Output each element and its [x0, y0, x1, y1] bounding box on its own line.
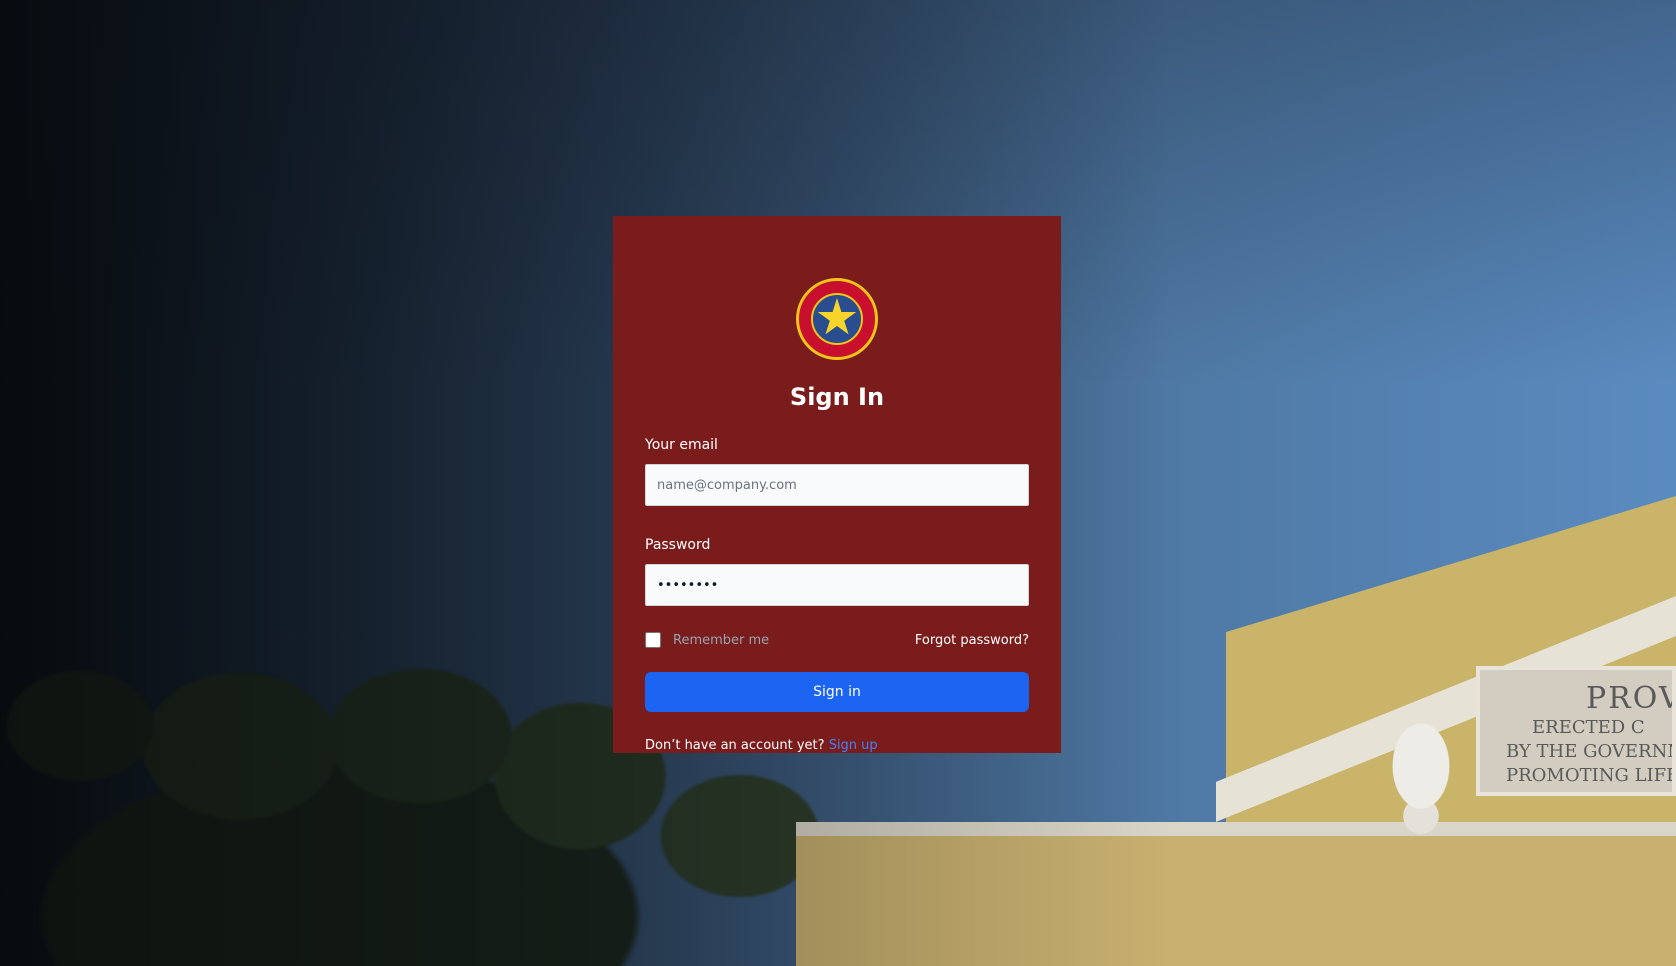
sign-up-link[interactable]: Sign up	[829, 738, 878, 753]
options-row: Remember me Forgot password?	[645, 630, 1029, 650]
building-wall	[796, 822, 1676, 966]
email-field[interactable]	[645, 464, 1029, 506]
sign-in-button[interactable]: Sign in	[645, 672, 1029, 712]
signup-row: Don’t have an account yet? Sign up	[645, 738, 1029, 753]
forgot-password-link[interactable]: Forgot password?	[915, 633, 1029, 648]
login-card: Sign In Your email Password Remember me …	[613, 216, 1061, 753]
no-account-text: Don’t have an account yet?	[645, 738, 829, 753]
remember-group: Remember me	[645, 632, 769, 648]
building-plaque: PROV ERECTED C BY THE GOVERNM PROMOTING …	[1476, 666, 1676, 796]
remember-checkbox[interactable]	[645, 632, 661, 648]
plaque-line-4: PROMOTING LIFE	[1506, 765, 1676, 786]
password-field[interactable]	[645, 564, 1029, 606]
plaque-line-1: PROV	[1586, 681, 1676, 716]
eagle-statue	[1366, 686, 1476, 836]
password-label: Password	[645, 537, 711, 553]
seal-inner	[811, 293, 863, 345]
page-title: Sign In	[789, 383, 885, 411]
plaque-line-2: ERECTED C	[1532, 717, 1645, 738]
star-icon	[817, 298, 857, 335]
login-page: PROV ERECTED C BY THE GOVERNM PROMOTING …	[0, 0, 1676, 966]
email-label: Your email	[645, 437, 718, 453]
plaque-line-3: BY THE GOVERNM	[1506, 741, 1676, 762]
remember-label: Remember me	[673, 632, 770, 648]
seal-logo	[796, 278, 878, 360]
